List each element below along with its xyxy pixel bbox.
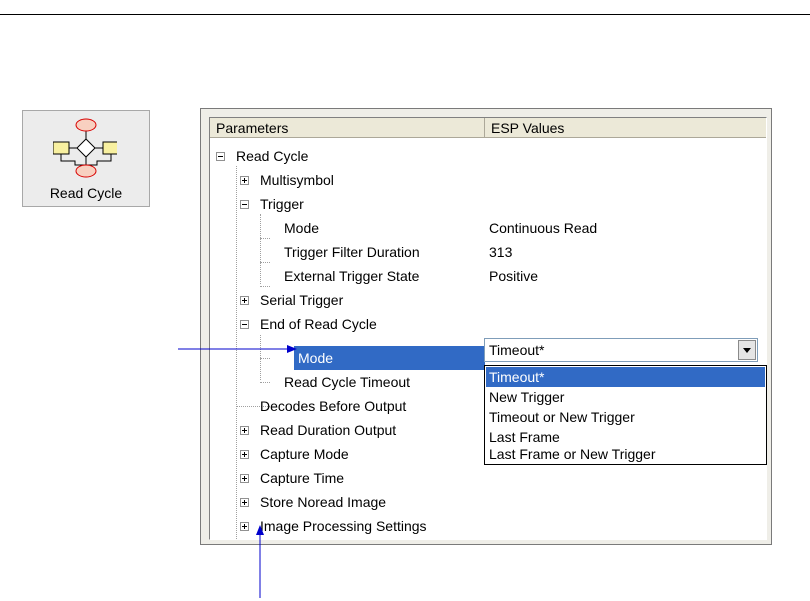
callout-arrows bbox=[178, 345, 297, 598]
